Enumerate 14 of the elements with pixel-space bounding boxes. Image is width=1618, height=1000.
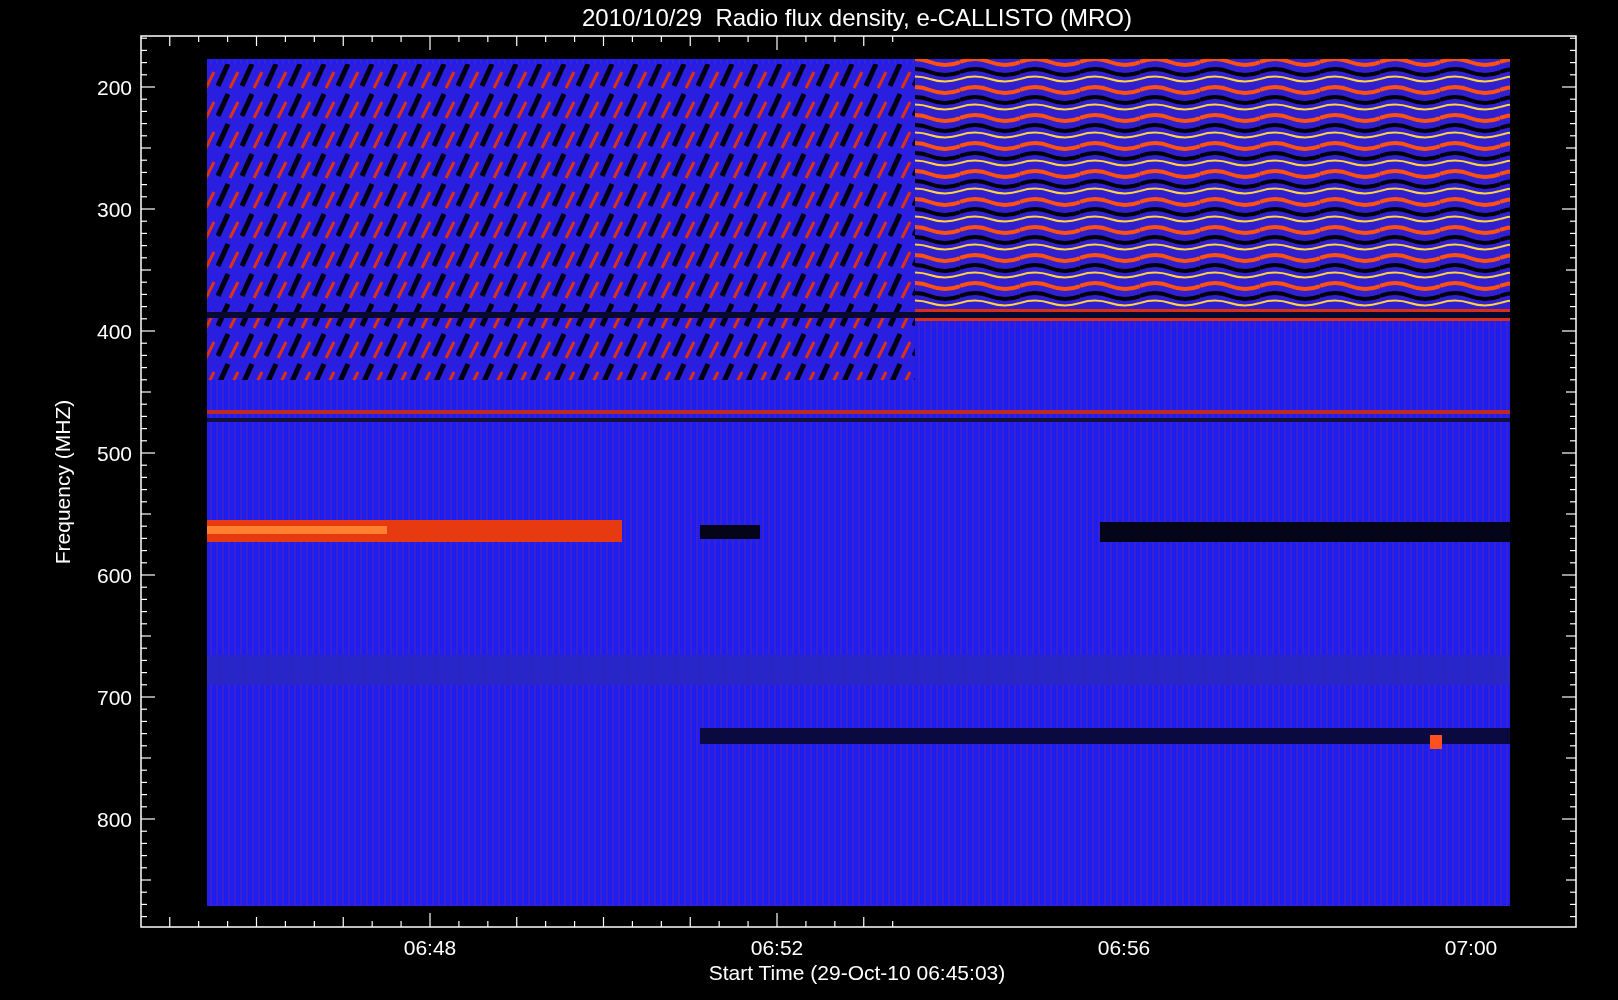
chart-title: 2010/10/29 Radio flux density, e-CALLISTO (MRO) [582,4,1132,31]
y-tick-label: 500 [96,442,132,465]
y-tick-label: 800 [96,808,132,831]
y-tick-label: 700 [96,686,132,709]
y-tick-label: 200 [96,76,132,99]
x-tick-label: 06:48 [403,936,457,959]
x-tick-label: 06:56 [1097,936,1151,959]
y-tick-label: 600 [96,564,132,587]
x-tick-label: 07:00 [1444,936,1498,959]
x-axis-label: Start Time (29-Oct-10 06:45:03) [708,961,1006,984]
y-tick-label: 300 [96,198,132,221]
y-tick-label: 400 [96,320,132,343]
x-tick-label: 06:52 [750,936,804,959]
y-axis-label: Frequency (MHZ) [51,399,74,565]
